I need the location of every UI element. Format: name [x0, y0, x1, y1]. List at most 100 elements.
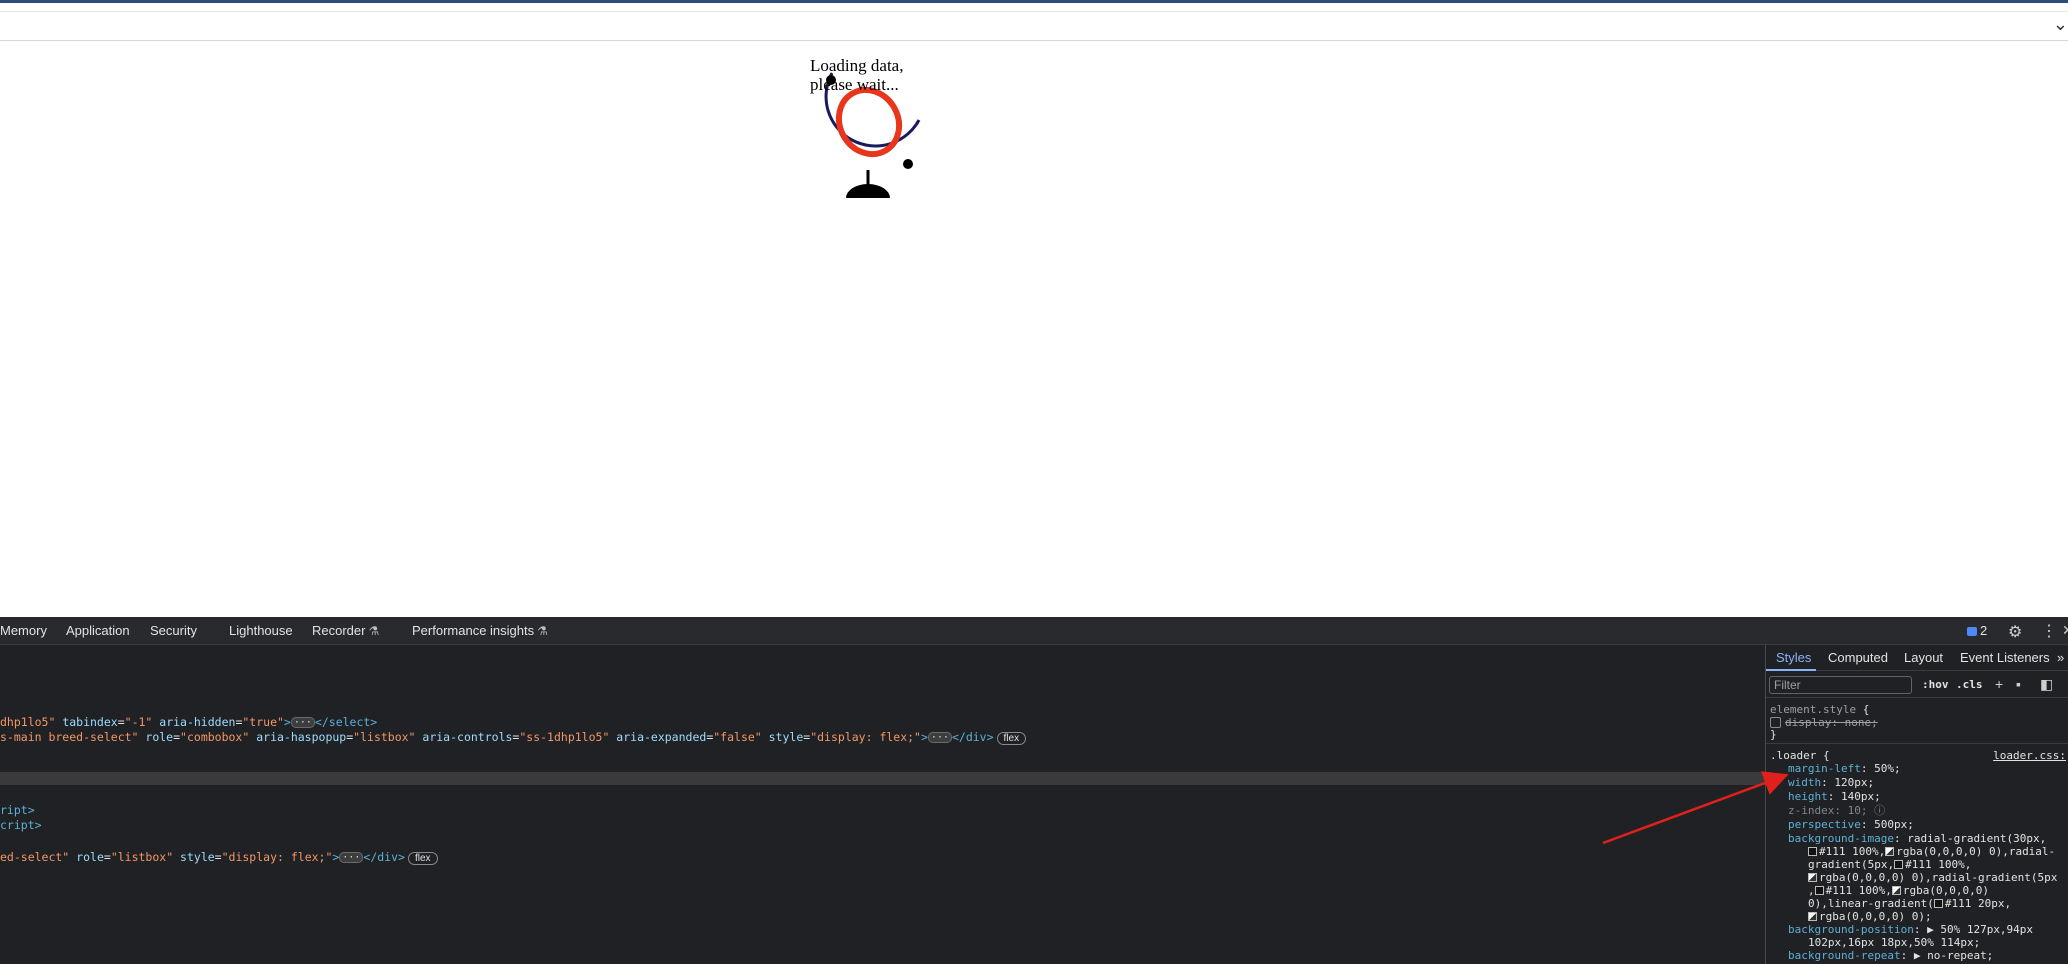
tab-lighthouse[interactable]: Lighthouse	[229, 623, 293, 638]
gear-icon[interactable]: ⚙	[2008, 622, 2022, 642]
closing-tag: </div>	[363, 850, 405, 864]
decl-background-image-cont: rgba(0,0,0,0) 0),radial-gradient(5px	[1808, 871, 2057, 884]
color-swatch[interactable]	[1808, 873, 1817, 882]
decl-height[interactable]: height: 140px;	[1788, 790, 1881, 803]
decl-background-image-cont: gradient(5px, #111 100%,	[1808, 858, 1971, 871]
info-icon[interactable]: ⓘ	[1874, 804, 1885, 817]
loader-text: Loading data, please wait...	[810, 56, 930, 94]
prop-value: rgba(0,0,0,0) 0),radial-	[1896, 845, 2056, 858]
dom-node-listbox[interactable]: ed-select" role="listbox" style="display…	[0, 850, 438, 865]
expand-ellipsis[interactable]: ···	[339, 852, 364, 863]
styles-sidebar: Styles Computed Layout Event Listeners »…	[1766, 645, 2068, 964]
prop-value: rgba(0,0,0,0)	[1902, 884, 1989, 897]
tab-memory[interactable]: Memory	[0, 623, 47, 638]
decl-width[interactable]: width: 120px;	[1788, 776, 1874, 789]
paint-icon[interactable]: ▪	[2016, 676, 2021, 692]
dom-node-combobox[interactable]: s-main breed-select" role="combobox" ari…	[0, 730, 1027, 745]
attr-value: "display: flex;"	[810, 730, 921, 744]
toggle-sidebar-icon[interactable]: ◧	[2040, 676, 2053, 693]
prop-value: rgba(0,0,0,0) 0);	[1819, 910, 1932, 923]
color-swatch[interactable]	[1808, 912, 1817, 921]
cls-button[interactable]: .cls	[1956, 678, 1983, 691]
issues-count: 2	[1980, 623, 1988, 638]
attr-value: "false"	[713, 730, 762, 744]
tab-performance-insights-label: Performance insights	[412, 623, 535, 638]
prop-value: : 120px;	[1821, 776, 1875, 789]
tab-event-listeners[interactable]: Event Listeners	[1960, 650, 2050, 665]
closing-tag: cript>	[0, 818, 42, 832]
attr-value: ed-select"	[0, 850, 70, 864]
prop-name: background-image	[1788, 832, 1894, 845]
chevron-down-icon[interactable]: ⌄	[2053, 14, 2068, 35]
color-swatch[interactable]	[1933, 899, 1943, 908]
tab-application[interactable]: Application	[66, 623, 130, 638]
dom-node-select[interactable]: dhp1lo5" tabindex="-1" aria-hidden="true…	[0, 715, 377, 730]
tag-bracket: >	[283, 715, 291, 729]
kebab-menu-icon[interactable]: ⋮	[2041, 621, 2057, 641]
prop-value: : none;	[1831, 716, 1878, 729]
flask-icon: ⚗	[368, 624, 380, 638]
prop-value: 102px,16px 18px,50% 114px;	[1808, 936, 1981, 949]
close-icon[interactable]: ✕	[2062, 622, 2068, 639]
elements-tree[interactable]: dhp1lo5" tabindex="-1" aria-hidden="true…	[0, 645, 1765, 964]
tab-styles[interactable]: Styles	[1776, 650, 1811, 665]
decl-background-image-cont: , #111 100%, rgba(0,0,0,0)	[1808, 884, 1989, 897]
attr-name: aria-expanded	[609, 730, 707, 744]
flask-icon: ⚗	[537, 624, 548, 638]
prop-name: z-index	[1788, 804, 1835, 817]
decl-z-index[interactable]: z-index: 10; ⓘ	[1788, 804, 1885, 817]
decl-perspective[interactable]: perspective: 500px;	[1788, 818, 1914, 831]
color-swatch[interactable]	[1894, 860, 1904, 869]
browser-top-border	[0, 0, 2068, 3]
prop-value: : 10;	[1834, 804, 1868, 817]
decl-margin-left[interactable]: margin-left: 50%;	[1788, 762, 1901, 775]
color-swatch[interactable]	[1814, 886, 1824, 895]
attr-name: tabindex	[55, 715, 118, 729]
tab-recorder[interactable]: Recorder ⚗	[312, 623, 379, 638]
equals: =	[103, 850, 111, 864]
prop-name: background-repeat	[1788, 949, 1901, 962]
attr-name: aria-controls	[415, 730, 513, 744]
prop-value: : 50%;	[1860, 762, 1901, 775]
color-swatch[interactable]	[1808, 847, 1817, 856]
closing-tag: ript>	[0, 803, 35, 817]
decl-background-repeat[interactable]: background-repeat: ▶ no-repeat;	[1788, 949, 1993, 962]
attr-name: style	[173, 850, 215, 864]
tab-performance-insights[interactable]: Performance insights ⚗	[412, 623, 548, 638]
style-decl-display[interactable]: display: none;	[1770, 716, 1878, 729]
decl-background-image[interactable]: background-image: radial-gradient(30px,	[1788, 832, 2046, 845]
attr-value: dhp1lo5"	[0, 715, 56, 729]
tab-computed[interactable]: Computed	[1828, 650, 1888, 665]
dom-node-script-close[interactable]: cript>	[0, 818, 42, 833]
attr-value: "ss-1dhp1lo5"	[519, 730, 610, 744]
prop-value: rgba(0,0,0,0) 0),radial-gradient(5px	[1819, 871, 2058, 884]
styles-filter-input[interactable]	[1769, 676, 1912, 694]
expand-ellipsis[interactable]: ···	[927, 732, 952, 743]
decl-background-position-cont: 102px,16px 18px,50% 114px;	[1808, 936, 1980, 949]
prop-name: display	[1785, 716, 1832, 729]
issues-badge[interactable]: 2	[1967, 623, 1987, 638]
flex-badge[interactable]: flex	[996, 732, 1027, 745]
prop-value: 0),linear-gradient(	[1808, 897, 1934, 910]
selected-dom-row[interactable]	[0, 772, 1765, 785]
hov-button[interactable]: :hov	[1922, 678, 1949, 691]
prop-value: #111 100%,	[1905, 858, 1972, 871]
dom-node-script-close[interactable]: ript>	[0, 803, 35, 818]
color-swatch[interactable]	[1885, 847, 1895, 856]
attr-value: "combobox"	[180, 730, 250, 744]
source-link[interactable]: loader.css:	[1993, 749, 2066, 762]
styles-filter-bar: :hov .cls + ▪ ◧	[1766, 672, 2068, 698]
decl-background-position[interactable]: background-position: ▶ 50% 127px,94px	[1788, 923, 2033, 936]
decl-checkbox[interactable]	[1770, 717, 1781, 728]
tab-layout[interactable]: Layout	[1904, 650, 1943, 665]
new-rule-icon[interactable]: +	[1995, 676, 2003, 692]
attr-value: "true"	[242, 715, 284, 729]
flex-badge[interactable]: flex	[407, 852, 438, 865]
more-tabs-icon[interactable]: »	[2057, 650, 2064, 665]
tab-security[interactable]: Security	[150, 623, 197, 638]
expand-ellipsis[interactable]: ···	[290, 717, 315, 728]
prop-name: margin-left	[1788, 762, 1861, 775]
color-swatch[interactable]	[1891, 886, 1901, 895]
brace: {	[1822, 749, 1830, 762]
attr-value: "listbox"	[353, 730, 416, 744]
